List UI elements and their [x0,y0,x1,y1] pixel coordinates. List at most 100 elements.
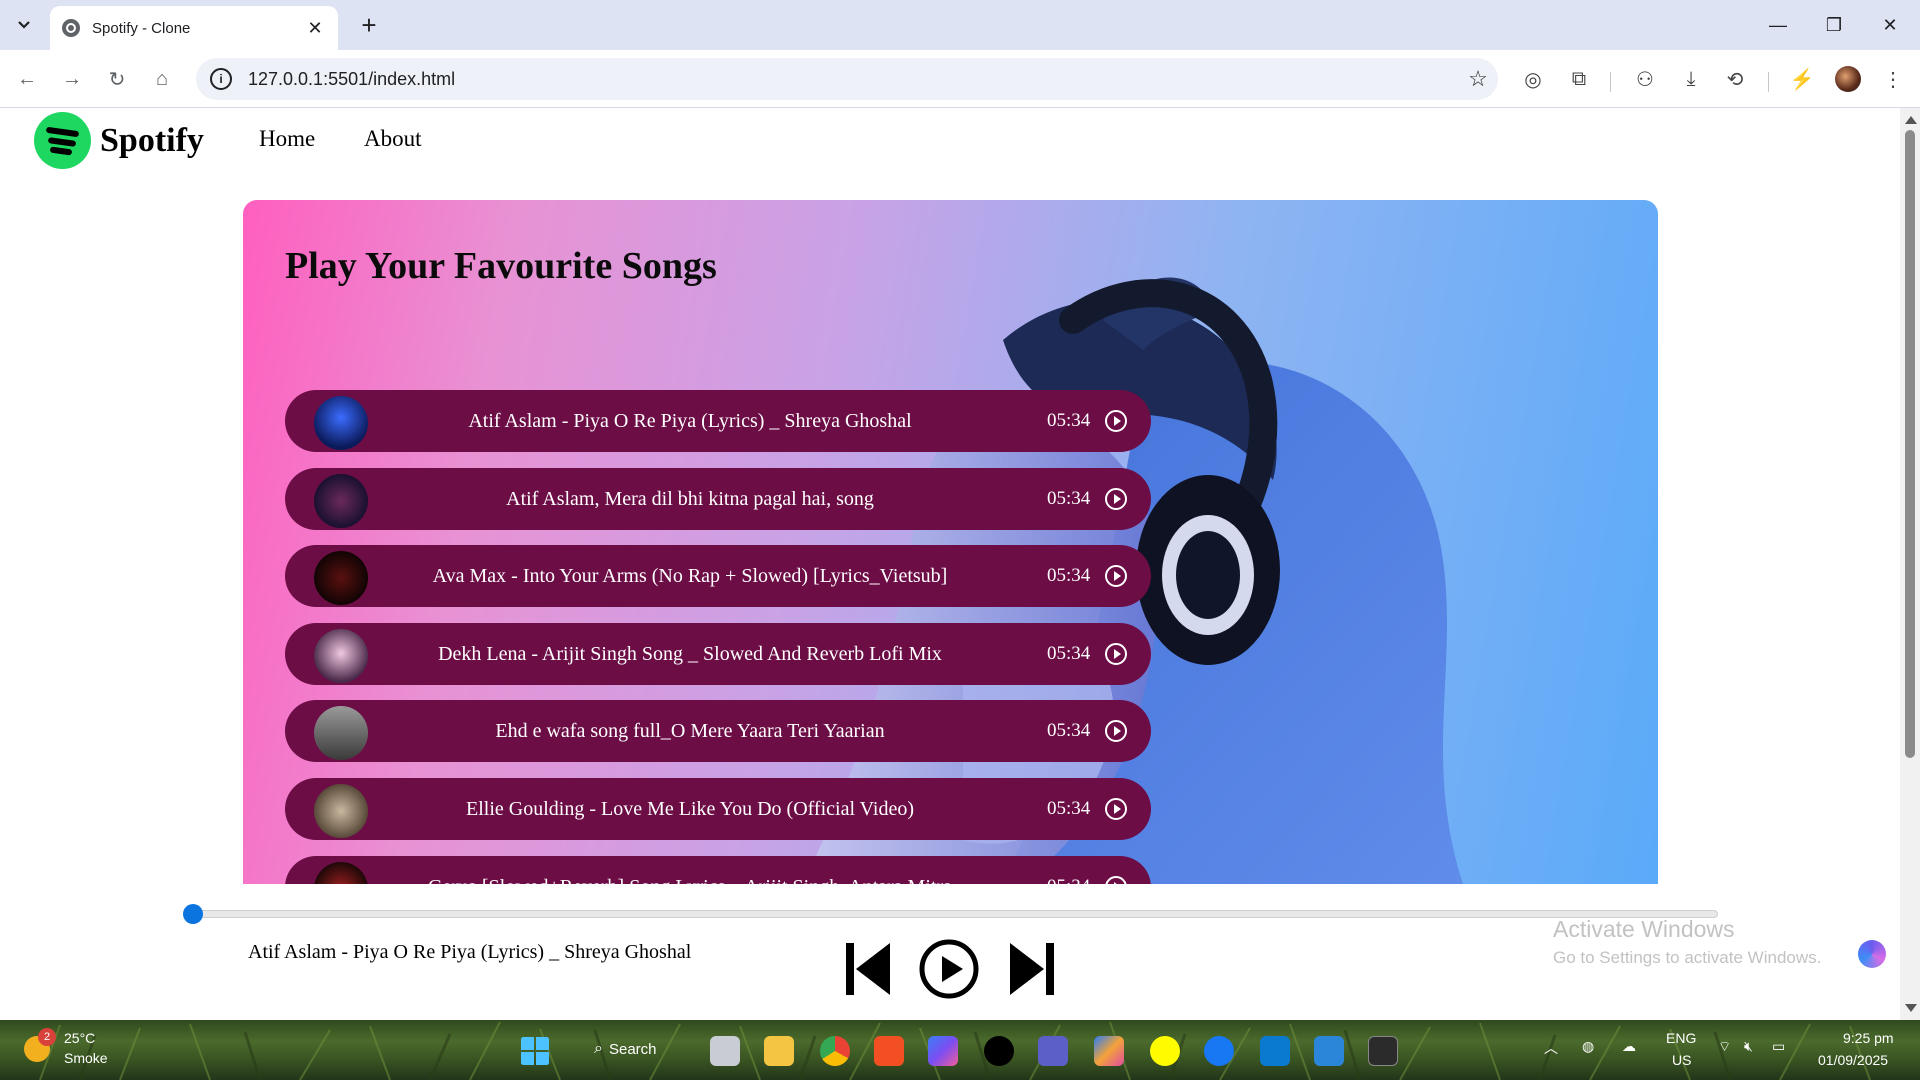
play-circle-icon[interactable] [1105,720,1127,742]
tiktok-icon[interactable] [984,1036,1014,1066]
browser-tab[interactable]: Spotify - Clone ✕ [50,6,338,50]
play-circle-icon[interactable] [1105,410,1127,432]
song-title: Ellie Goulding - Love Me Like You Do (Of… [466,798,914,820]
play-button-icon[interactable] [918,938,980,1000]
song-item[interactable]: Ellie Goulding - Love Me Like You Do (Of… [285,778,1151,840]
scrollbar-thumb[interactable] [1905,130,1915,758]
clock-time[interactable]: 9:25 pm [1843,1030,1894,1046]
song-item[interactable]: Atif Aslam, Mera dil bhi kitna pagal hai… [285,468,1151,530]
nav-home-link[interactable]: Home [259,126,315,152]
song-cover [314,862,368,884]
progress-slider-thumb[interactable] [183,904,203,924]
song-cover [314,396,368,450]
address-bar[interactable]: i 127.0.0.1:5501/index.html ☆ [196,58,1498,100]
chrome-icon[interactable] [820,1036,850,1066]
play-circle-icon[interactable] [1105,488,1127,510]
play-circle-icon[interactable] [1105,565,1127,587]
incognito-icon[interactable]: ⚇ [1630,64,1660,94]
hero-title: Play Your Favourite Songs [285,245,717,287]
tab-title: Spotify - Clone [92,19,191,37]
play-circle-icon[interactable] [1105,876,1127,884]
history-icon[interactable]: ⟲ [1720,64,1750,94]
song-title: Atif Aslam, Mera dil bhi kitna pagal hai… [506,488,874,510]
song-item[interactable]: Ava Max - Into Your Arms (No Rap + Slowe… [285,545,1151,607]
spotify-logo-icon[interactable] [34,112,91,169]
site-info-icon[interactable]: i [210,68,232,90]
facebook-icon[interactable] [1204,1036,1234,1066]
song-cover [314,474,368,528]
close-tab-icon[interactable]: ✕ [304,18,326,39]
song-item[interactable]: Atif Aslam - Piya O Re Piya (Lyrics) _ S… [285,390,1151,452]
store-icon[interactable] [874,1036,904,1066]
tab-search-button[interactable] [7,8,41,42]
language-indicator[interactable]: ENG [1666,1030,1696,1046]
wifi-icon[interactable]: ⌔ [1718,1038,1731,1056]
web-page: Spotify Home About Play Your Favourite S… [0,108,1900,1020]
song-item[interactable]: Dekh Lena - Arijit Singh Song _ Slowed A… [285,623,1151,685]
play-circle-icon[interactable] [1105,643,1127,665]
m365-icon[interactable] [928,1036,958,1066]
teams-icon[interactable] [1038,1036,1068,1066]
back-button[interactable]: ← [10,62,44,96]
nav-about-link[interactable]: About [364,126,422,152]
battery-icon[interactable]: ▭ [1772,1038,1785,1055]
play-circle-icon[interactable] [1105,798,1127,820]
windows-start-icon[interactable] [520,1036,550,1066]
song-cover [314,551,368,605]
download-icon[interactable]: ⤓ [1676,64,1706,94]
activate-windows-subtitle: Go to Settings to activate Windows. [1553,948,1822,967]
copilot-icon[interactable] [1858,940,1886,968]
brand-name[interactable]: Spotify [100,122,204,160]
song-duration: 05:34 [1047,565,1091,586]
snapchat-icon[interactable] [1150,1036,1180,1066]
hero-banner: Play Your Favourite Songs Atif Aslam - P… [243,200,1658,884]
region-indicator[interactable]: US [1672,1052,1691,1068]
performance-icon[interactable]: ⚡ [1787,64,1817,94]
home-button[interactable]: ⌂ [145,62,179,96]
song-duration: 05:34 [1047,798,1091,819]
url-text[interactable]: 127.0.0.1:5501/index.html [248,69,1458,90]
copilot-app-icon[interactable] [1094,1036,1124,1066]
app-icon[interactable] [1314,1036,1344,1066]
forward-button[interactable]: → [55,62,89,96]
song-duration: 05:34 [1047,856,1090,884]
scroll-up-arrow-icon[interactable] [1905,116,1917,124]
profile-avatar[interactable] [1835,66,1861,92]
chevron-up-icon[interactable]: ︿ [1544,1038,1558,1058]
restore-button[interactable]: ❐ [1806,0,1862,50]
previous-track-icon[interactable] [844,940,894,998]
task-view-icon[interactable] [710,1036,740,1066]
taskbar-search[interactable]: ⌕ Search [594,1034,657,1064]
song-duration: 05:34 [1047,410,1091,431]
terminal-icon[interactable] [1368,1036,1398,1066]
menu-kebab-icon[interactable]: ⋮ [1878,64,1908,94]
cloud-icon[interactable]: ☁ [1622,1038,1636,1055]
new-tab-button[interactable]: + [352,8,386,42]
vscode-icon[interactable] [1260,1036,1290,1066]
reload-button[interactable]: ↻ [100,62,134,96]
taskbar-search-label: Search [608,1040,657,1058]
song-item[interactable]: Gerua [Slowed+Reverb] Song Lyrics _ Arij… [285,856,1151,884]
tab-strip: Spotify - Clone ✕ + — ❐ ✕ [0,0,1920,50]
close-window-button[interactable]: ✕ [1862,0,1918,50]
extension-icon[interactable]: ◎ [1518,64,1548,94]
bookmark-star-icon[interactable]: ☆ [1458,66,1498,92]
volume-muted-icon[interactable]: 🔇︎ [1744,1038,1753,1055]
puzzle-extensions-icon[interactable]: ⧉ [1564,64,1594,94]
minimize-button[interactable]: — [1750,0,1806,50]
song-duration: 05:34 [1047,720,1091,741]
weather-condition[interactable]: Smoke [64,1050,108,1066]
clock-date[interactable]: 01/09/2025 [1818,1052,1888,1068]
next-track-icon[interactable] [1006,940,1056,998]
song-item[interactable]: Ehd e wafa song full_O Mere Yaara Teri Y… [285,700,1151,762]
song-title: Dekh Lena - Arijit Singh Song _ Slowed A… [438,643,942,665]
page-scrollbar[interactable] [1900,108,1920,1020]
shield-icon[interactable]: ◍ [1582,1038,1594,1055]
file-explorer-icon[interactable] [764,1036,794,1066]
toolbar-separator [1610,72,1611,92]
toolbar-separator [1768,72,1769,92]
scroll-down-arrow-icon[interactable] [1905,1004,1917,1012]
weather-temperature[interactable]: 25°C [64,1030,95,1046]
song-cover [314,629,368,683]
progress-bar[interactable] [192,910,1718,918]
